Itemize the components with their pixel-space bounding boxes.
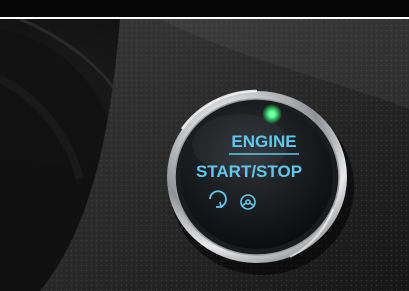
dashboard-scene: ENGINE START/STOP: [0, 19, 409, 291]
engine-label: ENGINE: [231, 132, 296, 151]
engine-start-photo: ENGINE START/STOP: [0, 0, 409, 291]
start-stop-label: START/STOP: [196, 162, 302, 181]
top-border-band: [0, 0, 409, 17]
